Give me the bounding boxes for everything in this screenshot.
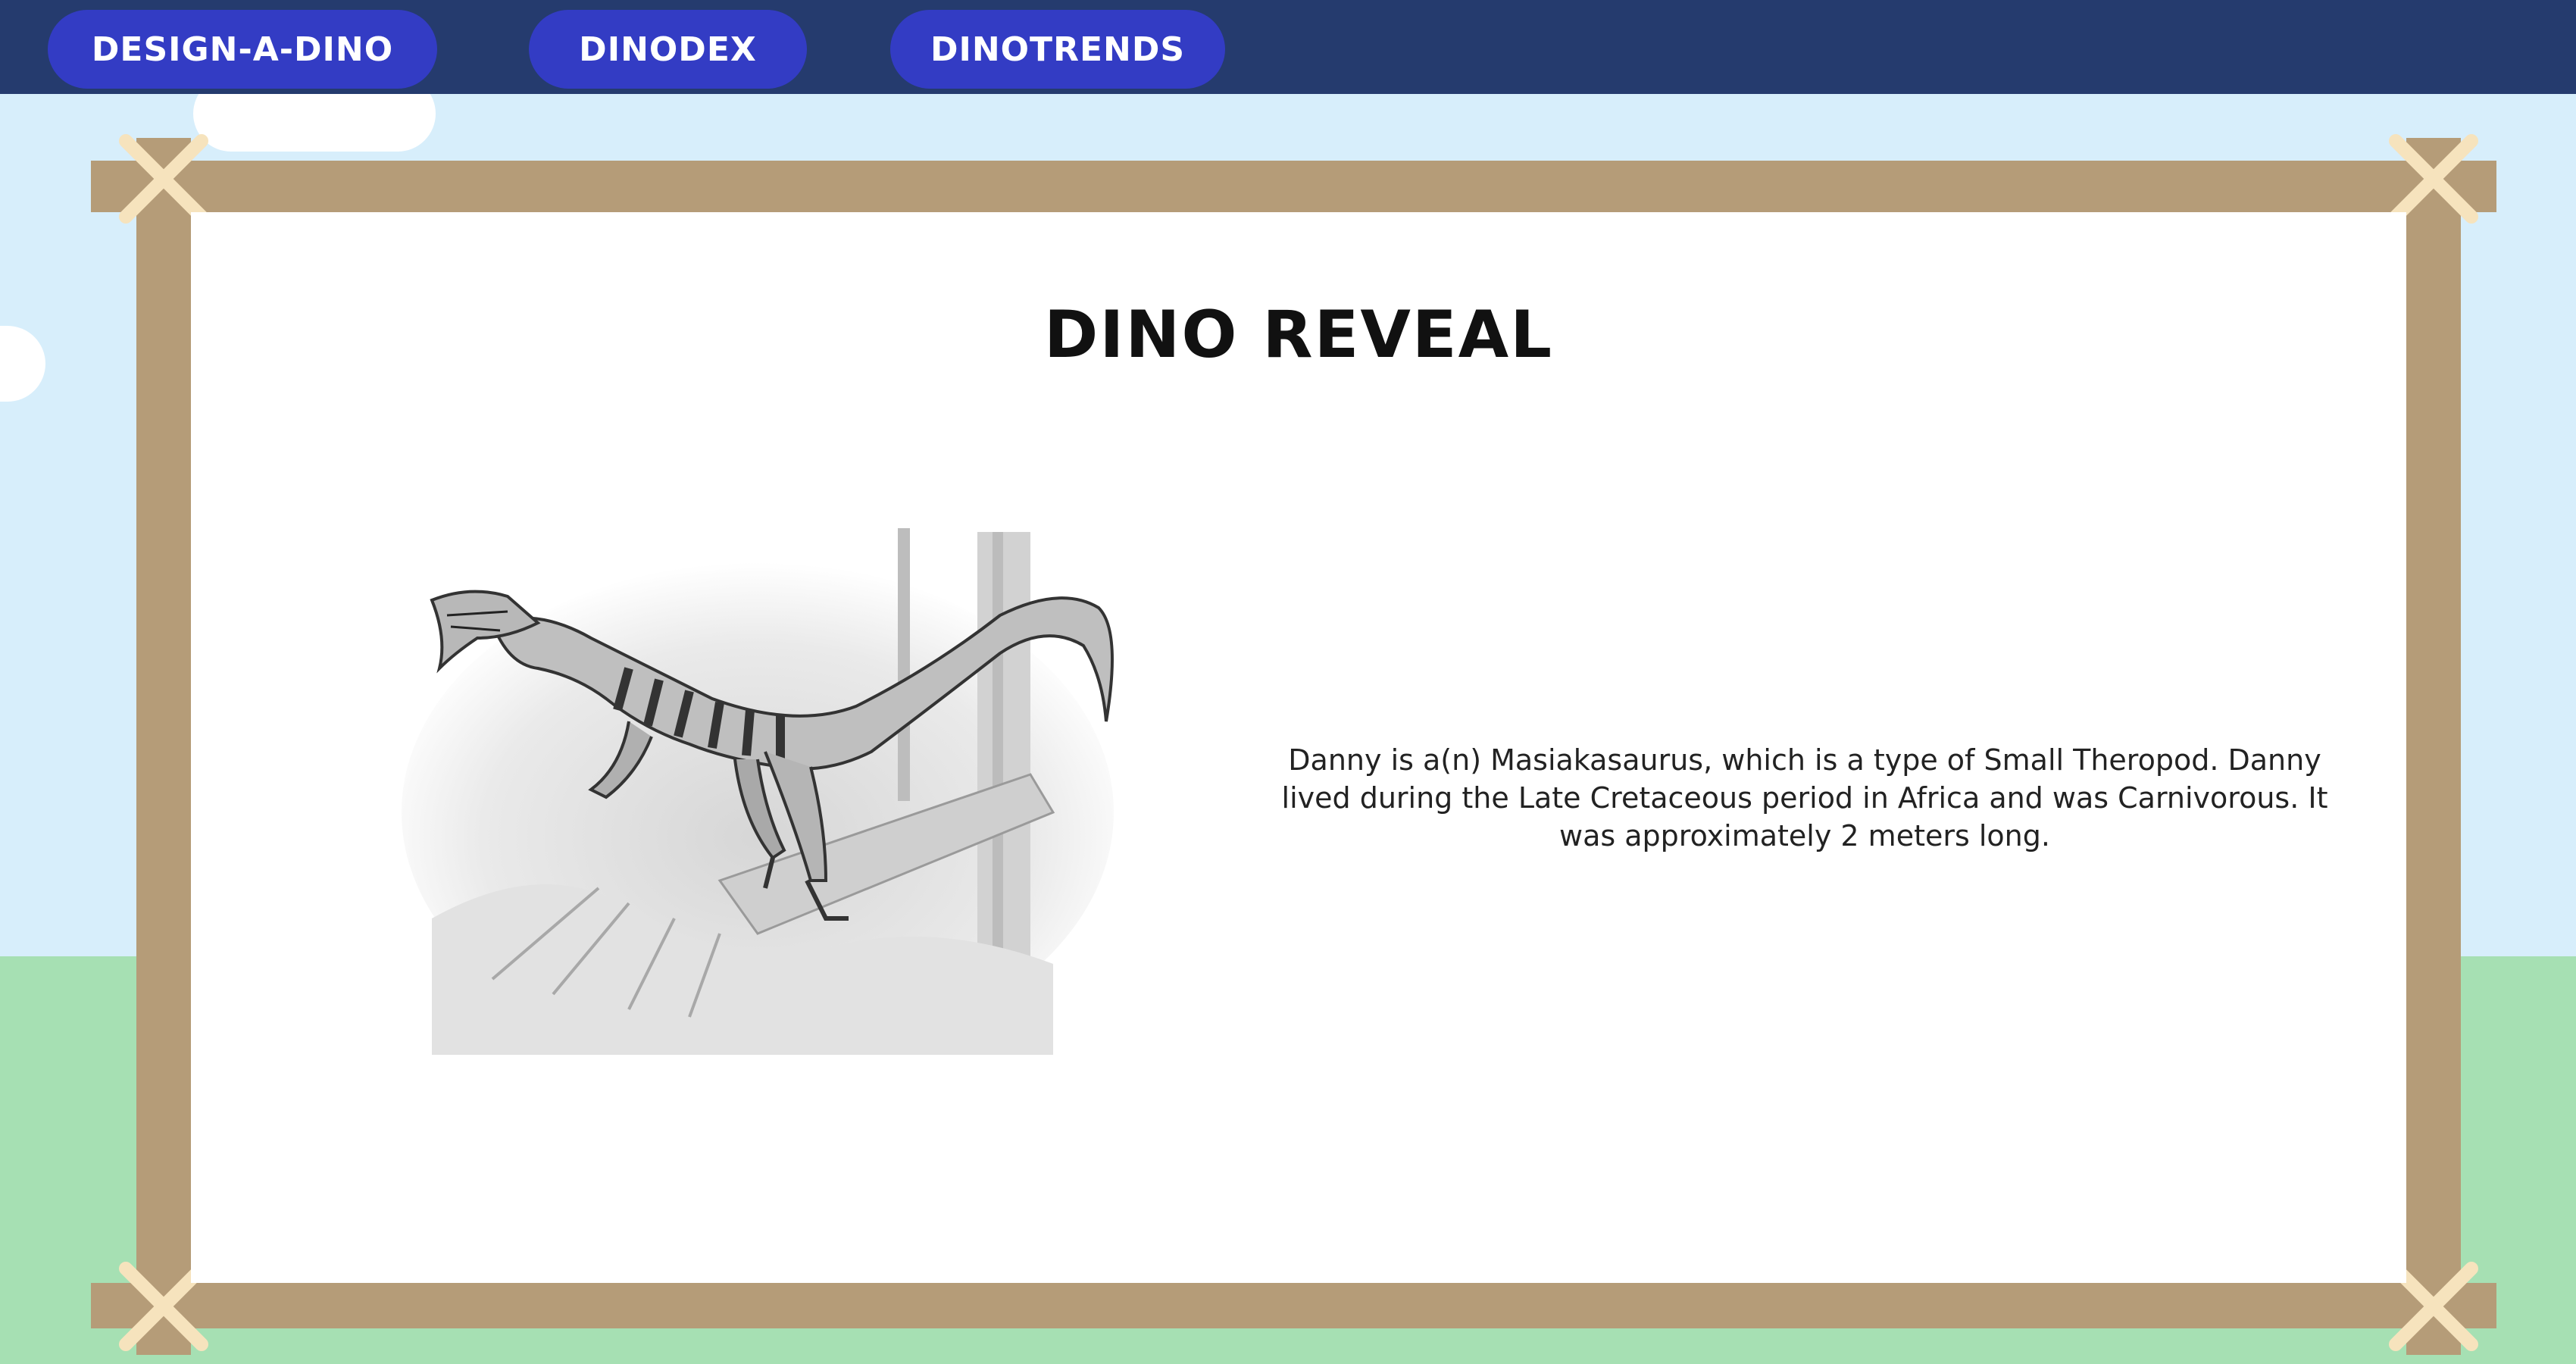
- frame-right-post: [2406, 138, 2461, 1355]
- nav-dinotrends-button[interactable]: DinoTrends: [890, 10, 1225, 89]
- frame-left-post: [136, 138, 191, 1355]
- dino-description: Danny is a(n) Masiakasaurus, which is a …: [1281, 743, 2328, 852]
- masiakasaurus-illustration: [402, 528, 1114, 1055]
- nav-design-a-dino-button[interactable]: Design-A-Dino: [48, 10, 437, 89]
- nav-dinodex-button[interactable]: Dinodex: [529, 10, 807, 89]
- top-navbar: Design-A-Dino Dinodex DinoTrends: [0, 0, 2576, 94]
- page-title: Dino Reveal: [1043, 297, 1554, 373]
- dino-reveal-panel: Dino Reveal Danny i: [191, 212, 2406, 1283]
- frame-top-bar: [91, 161, 2496, 212]
- frame-bottom-bar: [91, 1283, 2496, 1328]
